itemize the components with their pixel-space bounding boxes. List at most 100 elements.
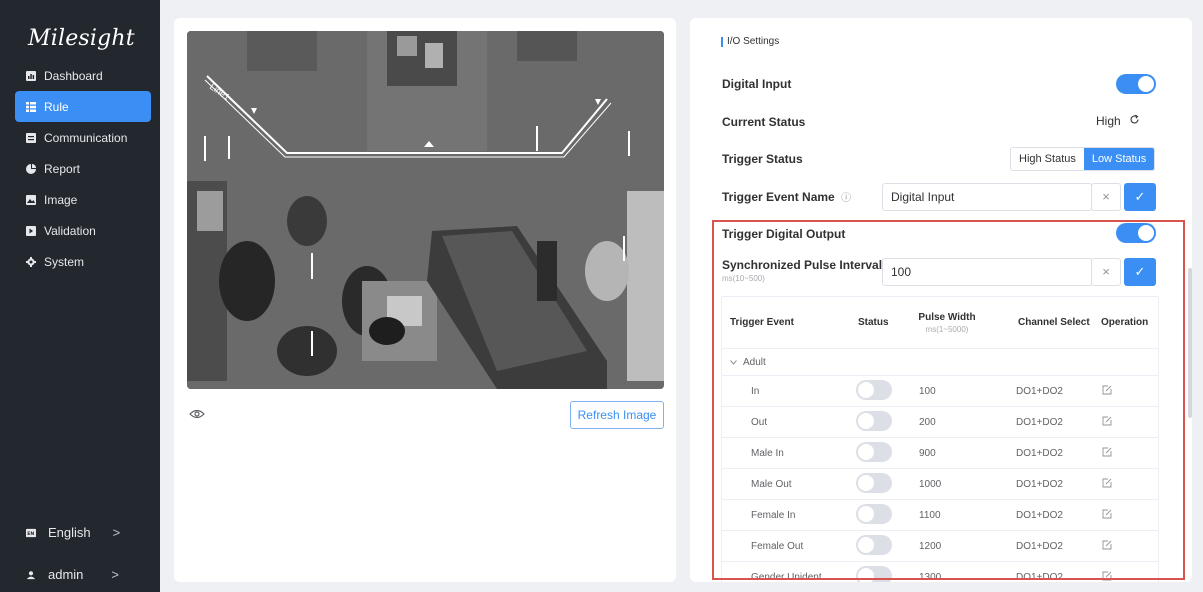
rule-icon [26, 101, 36, 112]
row-status-toggle[interactable] [856, 534, 892, 558]
confirm-button[interactable]: ✓ [1124, 183, 1156, 211]
current-status-text: High [1096, 114, 1121, 128]
info-icon[interactable]: ⓘ [841, 193, 851, 204]
refresh-icon[interactable] [1121, 114, 1140, 128]
sidebar-item-rule[interactable]: Rule [15, 91, 151, 122]
row-status-toggle[interactable] [856, 565, 892, 582]
section-title-marker [721, 36, 723, 47]
trigger-status-label: Trigger Status [722, 152, 803, 166]
refresh-image-button[interactable]: Refresh Image [570, 401, 664, 429]
low-status-option[interactable]: Low Status [1083, 148, 1155, 170]
sidebar-item-validation[interactable]: Validation [15, 215, 151, 246]
trigger-event-name-text: Trigger Event Name [722, 190, 835, 204]
section-title-text: I/O Settings [727, 36, 780, 47]
row-event: Male In [751, 447, 784, 459]
system-icon [26, 256, 36, 267]
sidebar-item-report[interactable]: Report [15, 153, 151, 184]
row-channel: DO1+DO2 [1016, 571, 1063, 583]
language-icon: EN [26, 528, 38, 538]
image-panel: Line1 Refresh Image [174, 18, 676, 582]
row-event: Female In [751, 509, 796, 521]
chevron-down-icon [730, 357, 737, 368]
table-row: Out 200 DO1+DO2 [722, 407, 1158, 438]
row-pulse: 1300 [919, 571, 942, 583]
status-toggle[interactable] [856, 472, 892, 493]
camera-snapshot: Line1 [187, 31, 664, 389]
row-event: Gender Unident... [751, 571, 830, 583]
edit-icon[interactable] [1102, 447, 1112, 460]
edit-icon[interactable] [1102, 540, 1112, 553]
sidebar-item-label: System [44, 254, 85, 269]
table-row: Female Out 1200 DO1+DO2 [722, 531, 1158, 562]
row-status-toggle[interactable] [856, 410, 892, 434]
digital-input-toggle[interactable] [1116, 74, 1156, 94]
sidebar-item-label: Image [44, 192, 78, 207]
validation-icon [26, 225, 36, 236]
edit-icon[interactable] [1102, 385, 1112, 398]
trigger-event-name-label: Trigger Event Name ⓘ [722, 189, 851, 204]
language-selector[interactable]: EN English > [26, 525, 120, 540]
edit-icon[interactable] [1102, 509, 1112, 522]
milesight-logo: Milesight [28, 26, 135, 51]
header-status: Status [858, 317, 889, 328]
sidebar-item-system[interactable]: System [15, 246, 151, 277]
status-toggle[interactable] [856, 441, 892, 462]
edit-icon[interactable] [1102, 571, 1112, 583]
row-pulse: 1100 [919, 509, 941, 521]
sidebar-item-image[interactable]: Image [15, 184, 151, 215]
row-channel: DO1+DO2 [1016, 416, 1063, 428]
row-channel: DO1+DO2 [1016, 509, 1063, 521]
table-row: Male In 900 DO1+DO2 [722, 438, 1158, 469]
sidebar: Milesight Dashboard Rule Communication R… [0, 0, 160, 592]
cancel-button[interactable]: × [1091, 183, 1121, 211]
cancel-button[interactable]: × [1091, 258, 1121, 286]
edit-icon[interactable] [1102, 416, 1112, 429]
row-channel: DO1+DO2 [1016, 540, 1063, 552]
row-event: Female Out [751, 540, 804, 552]
confirm-button[interactable]: ✓ [1124, 258, 1156, 286]
table-row: In 100 DO1+DO2 [722, 376, 1158, 407]
group-row-adult[interactable]: Adult [722, 349, 1158, 376]
user-label: admin [48, 567, 84, 582]
status-toggle[interactable] [856, 565, 892, 582]
camera-scene: Line1 [187, 31, 664, 389]
row-status-toggle[interactable] [856, 379, 892, 403]
status-toggle[interactable] [856, 503, 892, 524]
row-status-toggle[interactable] [856, 503, 892, 527]
section-title: I/O Settings [721, 36, 779, 47]
status-toggle[interactable] [856, 379, 892, 400]
status-toggle[interactable] [856, 410, 892, 431]
pulse-interval-label: Synchronized Pulse Interval ms(10~500) [722, 258, 882, 283]
svg-text:EN: EN [27, 531, 34, 537]
status-toggle[interactable] [856, 534, 892, 555]
language-label: English [48, 525, 91, 540]
scrollbar[interactable] [1188, 268, 1192, 418]
user-menu[interactable]: admin > [26, 567, 119, 582]
trigger-digital-output-toggle[interactable] [1116, 223, 1156, 243]
trigger-digital-output-label: Trigger Digital Output [722, 227, 846, 241]
digital-input-label: Digital Input [722, 77, 792, 91]
sidebar-item-dashboard[interactable]: Dashboard [15, 60, 151, 91]
eye-icon[interactable] [189, 406, 205, 419]
high-status-option[interactable]: High Status [1011, 148, 1084, 170]
current-status-value: High [1096, 114, 1140, 128]
sidebar-item-label: Rule [44, 99, 69, 114]
sidebar-nav: Dashboard Rule Communication Report Imag… [15, 60, 151, 277]
report-icon [26, 163, 36, 174]
row-status-toggle[interactable] [856, 441, 892, 465]
row-channel: DO1+DO2 [1016, 447, 1063, 459]
user-icon [26, 570, 38, 580]
table-body: In 100 DO1+DO2 Out 200 DO1+DO2 Male In 900 DO1+D… [722, 376, 1158, 582]
header-channel-select: Channel Select [1018, 317, 1090, 328]
edit-icon[interactable] [1102, 478, 1112, 491]
header-operation: Operation [1101, 317, 1149, 328]
trigger-status-segmented: High Status Low Status [1010, 147, 1156, 171]
table-row: Male Out 1000 DO1+DO2 [722, 469, 1158, 500]
dashboard-icon [26, 70, 36, 81]
row-event: In [751, 385, 760, 397]
row-channel: DO1+DO2 [1016, 478, 1063, 490]
row-status-toggle[interactable] [856, 472, 892, 496]
trigger-event-name-input[interactable]: Digital Input [882, 183, 1092, 211]
pulse-interval-input[interactable]: 100 [882, 258, 1092, 286]
sidebar-item-communication[interactable]: Communication [15, 122, 151, 153]
